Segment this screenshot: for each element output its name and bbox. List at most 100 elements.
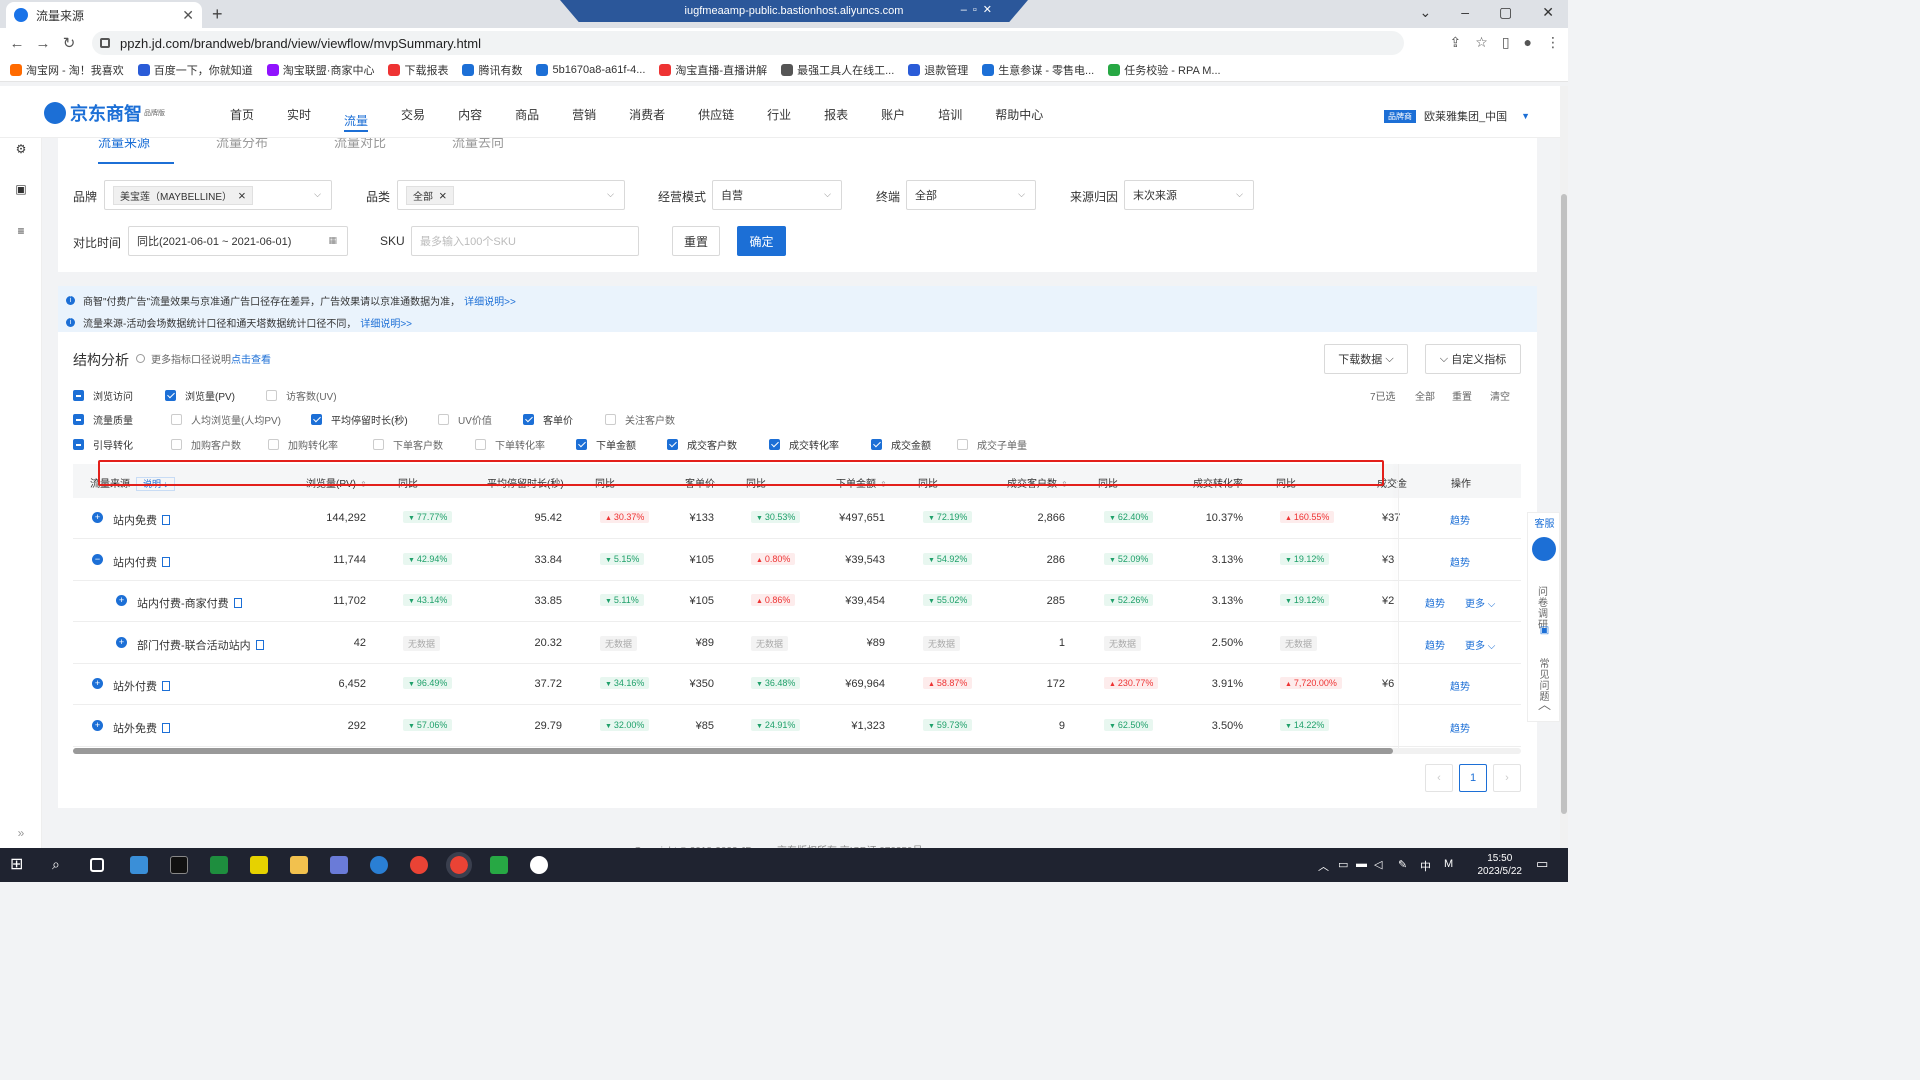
- brand-select[interactable]: 美宝莲（MAYBELLINE） × ⌵: [104, 180, 332, 210]
- sub-tab[interactable]: 流量分布: [216, 138, 334, 164]
- nav-item[interactable]: 培训: [938, 86, 962, 138]
- excel-icon[interactable]: [210, 856, 228, 874]
- nav-item[interactable]: 行业: [767, 86, 791, 138]
- expand-icon[interactable]: +: [116, 636, 127, 648]
- bookmark-item[interactable]: 淘宝网 - 淘！我喜欢: [10, 62, 124, 78]
- custom-metric-button[interactable]: ⌵ 自定义指标: [1425, 344, 1521, 374]
- bookmark-item[interactable]: 百度一下，你就知道: [137, 62, 253, 78]
- task-view-icon[interactable]: [90, 858, 104, 872]
- app-icon[interactable]: [530, 856, 548, 874]
- maximize-icon[interactable]: ▢: [1499, 4, 1512, 21]
- new-tab-icon[interactable]: +: [212, 4, 223, 25]
- tab-search-icon[interactable]: ⌄: [1420, 4, 1432, 21]
- brand-tag-close-icon[interactable]: ×: [238, 188, 246, 203]
- nav-item[interactable]: 实时: [287, 86, 311, 138]
- bookmark-item[interactable]: 淘宝直播-直播讲解: [659, 62, 767, 78]
- faq-icon[interactable]: ▣: [1528, 625, 1561, 636]
- metric-checkbox[interactable]: 人均浏览量(人均PV): [171, 412, 281, 427]
- reset-button[interactable]: 重置: [672, 226, 720, 256]
- page-1-button[interactable]: 1: [1459, 764, 1487, 792]
- jd-logo[interactable]: 京东商智 品牌版: [44, 100, 165, 126]
- nav-item[interactable]: 首页: [230, 86, 254, 138]
- pycharm-icon[interactable]: [250, 856, 268, 874]
- menu-icon[interactable]: ⋮: [1546, 34, 1560, 51]
- category-tag-close-icon[interactable]: ×: [439, 188, 447, 203]
- remote-controls-icon[interactable]: –▫✕: [961, 3, 998, 16]
- sidepanel-icon[interactable]: ▯: [1502, 34, 1510, 51]
- trend-link[interactable]: 趋势: [1425, 595, 1445, 610]
- terminal-select[interactable]: 全部 ⌵: [906, 180, 1036, 210]
- file-explorer-icon[interactable]: [290, 856, 308, 874]
- metric-checkbox[interactable]: 成交子单量: [957, 437, 1027, 452]
- page-scrollbar[interactable]: [1560, 86, 1568, 848]
- nav-item[interactable]: 帮助中心: [995, 86, 1043, 138]
- expand-icon[interactable]: +: [92, 512, 103, 523]
- more-link[interactable]: 更多 ⌵: [1465, 637, 1495, 652]
- ime-mode-indicator[interactable]: M: [1444, 858, 1453, 870]
- tray-chevron-icon[interactable]: ︿: [1318, 858, 1329, 874]
- mode-select[interactable]: 自营 ⌵: [712, 180, 842, 210]
- metric-group-checkbox[interactable]: 流量质量: [73, 412, 133, 427]
- close-window-icon[interactable]: ✕: [1542, 4, 1554, 21]
- tray-pen-icon[interactable]: ✎: [1398, 858, 1407, 871]
- nav-item[interactable]: 流量: [344, 92, 369, 132]
- doc-icon[interactable]: [162, 681, 170, 692]
- select-all-link[interactable]: 全部: [1415, 388, 1435, 403]
- table-horizontal-scrollbar[interactable]: [73, 748, 1521, 754]
- nav-item[interactable]: 内容: [458, 86, 482, 138]
- expand-icon[interactable]: +: [92, 678, 103, 690]
- metric-checkbox[interactable]: 成交金额: [871, 437, 931, 452]
- notice-link[interactable]: 详细说明>>: [464, 293, 516, 308]
- metric-checkbox[interactable]: 成交客户数: [667, 437, 737, 452]
- chrome-icon[interactable]: [410, 856, 428, 874]
- app-remote-icon[interactable]: [130, 856, 148, 874]
- confirm-button[interactable]: 确定: [737, 226, 786, 256]
- nav-item[interactable]: 交易: [401, 86, 425, 138]
- windows-start-icon[interactable]: ⊞: [10, 854, 28, 873]
- reload-icon[interactable]: ↻: [56, 34, 82, 52]
- list-icon[interactable]: ≡: [14, 224, 28, 238]
- notification-icon[interactable]: ▭: [1536, 856, 1548, 872]
- next-page-button[interactable]: ›: [1493, 764, 1521, 792]
- user-menu[interactable]: 品牌商 欧莱雅集团_中国 ▼: [1384, 108, 1530, 124]
- share-icon[interactable]: ⇪: [1450, 34, 1462, 51]
- metric-checkbox[interactable]: 访客数(UV): [266, 388, 337, 403]
- profile-icon[interactable]: ●: [1524, 34, 1532, 51]
- bookmark-star-icon[interactable]: ☆: [1475, 34, 1488, 51]
- back-icon[interactable]: ←: [4, 35, 30, 52]
- bookmark-item[interactable]: 腾讯有数: [462, 62, 522, 78]
- more-link[interactable]: 更多 ⌵: [1465, 595, 1495, 610]
- settings-icon[interactable]: ⚙: [14, 142, 28, 156]
- expand-rail-icon[interactable]: »: [14, 826, 28, 840]
- metric-checkbox[interactable]: 加购客户数: [171, 437, 241, 452]
- search-icon[interactable]: ⌕: [52, 856, 70, 874]
- tray-battery-icon[interactable]: ▬: [1356, 858, 1367, 870]
- compare-date-picker[interactable]: 同比(2021-06-01 ~ 2021-06-01) ▦: [128, 226, 348, 256]
- trend-link[interactable]: 趋势: [1450, 512, 1470, 527]
- clock[interactable]: 15:50 2023/5/22: [1478, 852, 1523, 878]
- expand-icon[interactable]: +: [92, 720, 103, 731]
- reset-link[interactable]: 重置: [1452, 388, 1472, 403]
- metric-group-checkbox[interactable]: 浏览访问: [73, 388, 133, 403]
- trend-link[interactable]: 趋势: [1450, 720, 1470, 735]
- customer-service-label[interactable]: 客服: [1528, 519, 1561, 530]
- attribution-select[interactable]: 末次来源 ⌵: [1124, 180, 1254, 210]
- monitor-icon[interactable]: ▣: [14, 182, 28, 196]
- metric-checkbox[interactable]: UV价值: [438, 412, 492, 427]
- tray-network-icon[interactable]: ▭: [1338, 858, 1348, 871]
- nav-item[interactable]: 商品: [515, 86, 539, 138]
- metric-checkbox[interactable]: 成交转化率: [769, 437, 839, 452]
- terminal-icon[interactable]: [170, 856, 188, 874]
- hint-link[interactable]: 点击查看: [231, 351, 271, 366]
- bookmark-item[interactable]: 淘宝联盟·商家中心: [266, 62, 374, 78]
- metric-checkbox[interactable]: 下单转化率: [475, 437, 545, 452]
- ime-indicator[interactable]: 中: [1420, 858, 1431, 874]
- remote-desktop-icon[interactable]: [330, 856, 348, 874]
- trend-link[interactable]: 趋势: [1450, 554, 1470, 569]
- bookmark-item[interactable]: 最强工具人在线工...: [781, 62, 894, 78]
- notice-link[interactable]: 详细说明>>: [360, 315, 412, 330]
- chrome-active-icon[interactable]: [446, 852, 472, 878]
- nav-item[interactable]: 营销: [572, 86, 596, 138]
- sku-input[interactable]: 最多输入100个SKU: [411, 226, 639, 256]
- sub-tab[interactable]: 流量对比: [334, 138, 452, 164]
